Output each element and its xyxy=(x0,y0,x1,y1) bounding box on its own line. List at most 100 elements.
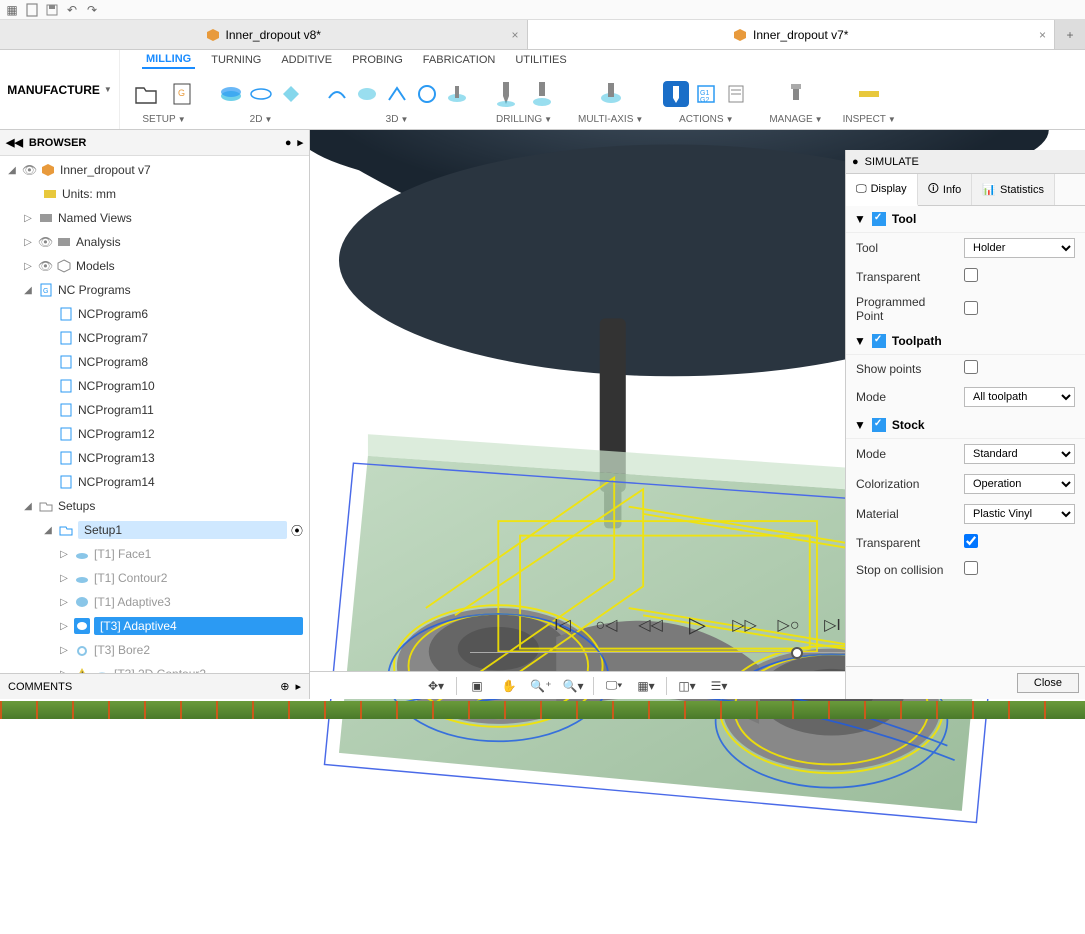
tree-units[interactable]: Units: mm xyxy=(0,182,309,206)
look-at-icon[interactable]: ▣ xyxy=(465,674,489,698)
skip-start-button[interactable]: I◁ xyxy=(548,610,578,640)
display-settings-icon[interactable]: 🖵▾ xyxy=(602,674,626,698)
undo-icon[interactable]: ↶ xyxy=(64,2,80,18)
tree-named-views[interactable]: ▷Named Views xyxy=(0,206,309,230)
comments-bar[interactable]: COMMENTS ⊕ ▸ xyxy=(0,673,310,699)
tool-select[interactable]: Holder xyxy=(964,238,1075,258)
ribbon-tab-utilities[interactable]: UTILITIES xyxy=(511,52,570,68)
setup-sheet-icon[interactable] xyxy=(723,81,749,107)
section-toolpath[interactable]: ▼Toolpath xyxy=(846,328,1085,355)
section-stock[interactable]: ▼Stock xyxy=(846,412,1085,439)
3d-icon[interactable] xyxy=(324,81,350,107)
tree-program[interactable]: NCProgram6 xyxy=(0,302,309,326)
tree-analysis[interactable]: ▷👁Analysis xyxy=(0,230,309,254)
3d-icon[interactable] xyxy=(414,81,440,107)
close-icon[interactable]: × xyxy=(1039,28,1046,42)
play-button[interactable]: ▷ xyxy=(680,607,716,643)
pan-icon[interactable]: ✋ xyxy=(497,674,521,698)
step-fwd-button[interactable]: ▷▷ xyxy=(730,610,760,640)
apps-icon[interactable]: ▦ xyxy=(4,2,20,18)
stock-mode-select[interactable]: Standard xyxy=(964,444,1075,464)
stock-enable-checkbox[interactable] xyxy=(872,418,886,432)
close-button[interactable]: Close xyxy=(1017,673,1079,693)
tree-models[interactable]: ▷👁Models xyxy=(0,254,309,278)
tree-program[interactable]: NCProgram7 xyxy=(0,326,309,350)
tool-enable-checkbox[interactable] xyxy=(872,212,886,226)
drill-icon[interactable] xyxy=(526,78,558,110)
step-back-button[interactable]: ◁◁ xyxy=(636,610,666,640)
step-back-op-button[interactable]: ○◁ xyxy=(592,610,622,640)
skip-end-button[interactable]: ▷I xyxy=(818,610,848,640)
ribbon-tab-milling[interactable]: MILLING xyxy=(142,51,195,69)
tree-op[interactable]: ▷[T3] Bore2 xyxy=(0,638,309,662)
fit-icon[interactable]: 🔍▾ xyxy=(561,674,585,698)
programmed-point-checkbox[interactable] xyxy=(964,301,978,315)
close-icon[interactable]: × xyxy=(511,28,518,42)
3d-icon[interactable] xyxy=(354,81,380,107)
toolpath-enable-checkbox[interactable] xyxy=(872,334,886,348)
viewport-icon[interactable]: ◫▾ xyxy=(675,674,699,698)
section-tool[interactable]: ▼Tool xyxy=(846,206,1085,233)
grid-icon[interactable]: ▦▾ xyxy=(634,674,658,698)
sheet-icon[interactable]: G xyxy=(166,78,198,110)
3d-icon[interactable] xyxy=(444,81,470,107)
ribbon-tab-fabrication[interactable]: FABRICATION xyxy=(419,52,500,68)
tree-program[interactable]: NCProgram13 xyxy=(0,446,309,470)
layout-icon[interactable]: ☰▾ xyxy=(707,674,731,698)
tool-transparent-checkbox[interactable] xyxy=(964,268,978,282)
redo-icon[interactable]: ↷ xyxy=(84,2,100,18)
file-tab[interactable]: Inner_dropout v7* × xyxy=(528,20,1056,49)
ribbon-tab-probing[interactable]: PROBING xyxy=(348,52,407,68)
tree-nc-programs[interactable]: ◢GNC Programs xyxy=(0,278,309,302)
tree-program[interactable]: NCProgram8 xyxy=(0,350,309,374)
postprocess-icon[interactable]: G1G2 xyxy=(693,81,719,107)
tree-program[interactable]: NCProgram10 xyxy=(0,374,309,398)
file-tab[interactable]: Inner_dropout v8* × xyxy=(0,20,528,49)
step-fwd-op-button[interactable]: ▷○ xyxy=(774,610,804,640)
zoom-icon[interactable]: 🔍⁺ xyxy=(529,674,553,698)
tree-program[interactable]: NCProgram12 xyxy=(0,422,309,446)
tree-op[interactable]: ▷[T1] Adaptive3 xyxy=(0,590,309,614)
3d-icon[interactable] xyxy=(384,81,410,107)
workspace-switcher[interactable]: MANUFACTURE▼ xyxy=(0,50,120,129)
tree-op-selected[interactable]: ▷[T3] Adaptive4 xyxy=(0,614,309,638)
sim-tab-display[interactable]: 🖵Display xyxy=(846,174,918,206)
2d-icon[interactable] xyxy=(278,81,304,107)
tree-program[interactable]: NCProgram14 xyxy=(0,470,309,494)
tree-op[interactable]: ▷[T1] Contour2 xyxy=(0,566,309,590)
ribbon-tab-additive[interactable]: ADDITIVE xyxy=(277,52,336,68)
tool-library-icon[interactable] xyxy=(780,78,812,110)
sim-tab-statistics[interactable]: 📊Statistics xyxy=(972,174,1055,205)
save-icon[interactable] xyxy=(44,2,60,18)
stop-collision-checkbox[interactable] xyxy=(964,561,978,575)
stock-transparent-checkbox[interactable] xyxy=(964,534,978,548)
comments-expand-icon[interactable]: ▸ xyxy=(295,680,301,693)
measure-icon[interactable] xyxy=(853,78,885,110)
tree-op[interactable]: ▷[T1] Face1 xyxy=(0,542,309,566)
folder-icon[interactable] xyxy=(130,78,162,110)
orbit-icon[interactable]: ✥▾ xyxy=(424,674,448,698)
collapse-icon[interactable]: ◀◀ xyxy=(6,136,23,149)
ribbon-tab-turning[interactable]: TURNING xyxy=(207,52,265,68)
simulate-icon[interactable] xyxy=(663,81,689,107)
colorization-select[interactable]: Operation xyxy=(964,474,1075,494)
comments-add-icon[interactable]: ⊕ xyxy=(280,680,289,693)
toolpath-mode-select[interactable]: All toolpath xyxy=(964,387,1075,407)
material-select[interactable]: Plastic Vinyl xyxy=(964,504,1075,524)
file-icon[interactable] xyxy=(24,2,40,18)
drill-icon[interactable] xyxy=(490,78,522,110)
show-points-checkbox[interactable] xyxy=(964,360,978,374)
timeline[interactable] xyxy=(0,701,1085,719)
tree-setup1[interactable]: ◢Setup1⦿ xyxy=(0,518,309,542)
multiaxis-icon[interactable] xyxy=(595,78,627,110)
tree-root[interactable]: ◢👁Inner_dropout v7 xyxy=(0,158,309,182)
browser-expand-icon[interactable]: ▸ xyxy=(297,136,303,149)
tree-program[interactable]: NCProgram11 xyxy=(0,398,309,422)
browser-settings-icon[interactable]: ● xyxy=(285,137,292,149)
sim-tab-info[interactable]: 🛈Info xyxy=(918,174,973,205)
scrubber-handle[interactable] xyxy=(791,647,803,659)
2d-icon[interactable] xyxy=(218,81,244,107)
add-tab-button[interactable]: + xyxy=(1055,20,1085,49)
2d-icon[interactable] xyxy=(248,81,274,107)
tree-setups[interactable]: ◢Setups xyxy=(0,494,309,518)
